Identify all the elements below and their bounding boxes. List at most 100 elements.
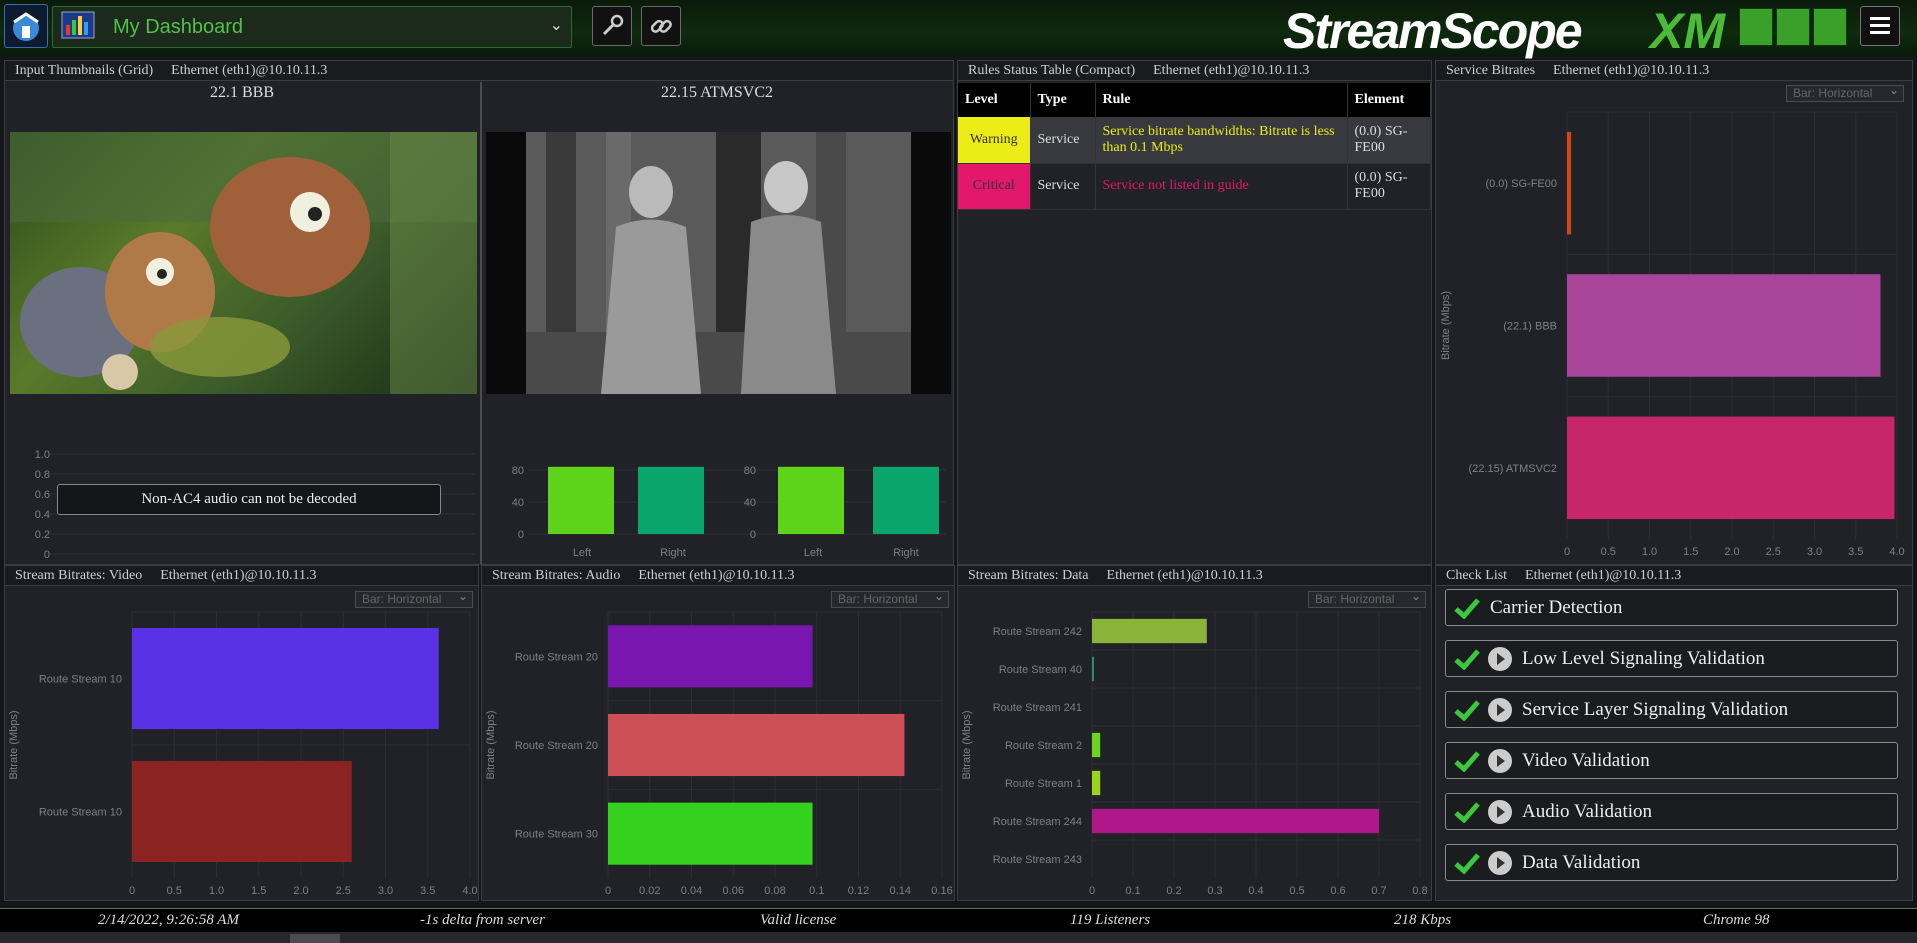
panel-title: Stream Bitrates: Video [15, 568, 143, 583]
xtick-label: 0.2 [1166, 885, 1181, 897]
table-row[interactable]: Critical Service Service not listed in g… [958, 163, 1431, 210]
xtick-label: 0.12 [848, 885, 869, 897]
column-header-rule[interactable]: Rule [1095, 83, 1348, 117]
xtick-label: 1.5 [251, 885, 266, 897]
play-icon[interactable] [1488, 748, 1512, 773]
type-cell: Service [1030, 163, 1096, 210]
settings-button[interactable] [592, 6, 632, 46]
panel-title: Check List [1446, 568, 1508, 583]
bar[interactable] [1567, 131, 1572, 235]
xtick-label: 1.0 [209, 885, 224, 897]
panel-source: Ethernet (eth1)@10.10.11.3 [1153, 63, 1310, 78]
category-label: Route Stream 241 [993, 702, 1082, 714]
level-bar [778, 466, 844, 534]
menu-button[interactable] [1860, 6, 1900, 46]
panel-header: Input Thumbnails (Grid) Ethernet (eth1)@1… [5, 61, 953, 81]
play-icon[interactable] [1488, 799, 1512, 824]
xtick-label: 0.7 [1371, 885, 1386, 897]
status-license: Valid license [760, 912, 837, 928]
bar[interactable] [1092, 656, 1094, 682]
xtick-label: 0.8 [1412, 885, 1427, 897]
bar[interactable] [1567, 416, 1895, 520]
ytick-label: 0.8 [35, 469, 50, 481]
xtick-label: 0.14 [890, 885, 911, 897]
wrench-icon [602, 14, 624, 36]
data-bitrate-chart: 0 0.1 0.2 0.3 0.4 0.5 0.6 0.7 0.8 Route Stream 24… [961, 611, 1428, 897]
rule-cell: Service not listed in guide [1095, 163, 1348, 210]
home-button[interactable] [4, 4, 48, 48]
xtick-label: 0 [1089, 885, 1095, 897]
panel-header: Stream Bitrates: Video Ethernet (eth1)@10… [5, 566, 478, 586]
bar[interactable] [608, 802, 813, 865]
signal-icon[interactable] [1739, 8, 1773, 46]
category-label: (22.1) BBB [1503, 321, 1557, 333]
xtick-label: 1.5 [1683, 546, 1698, 558]
category-label: (22.15) ATMSVC2 [1469, 463, 1557, 475]
checklist-item[interactable]: Carrier Detection [1445, 589, 1898, 626]
element-cell: (0.0) SG-FE00 [1347, 117, 1431, 164]
checklist-label: Data Validation [1522, 851, 1641, 873]
app-logo-suffix: XM [1650, 3, 1725, 59]
panel-source: Ethernet (eth1)@10.10.11.3 [171, 63, 328, 78]
type-cell: Service [1030, 117, 1096, 164]
thumbnail-title: 22.15 ATMSVC2 [660, 84, 774, 101]
checklist-item[interactable]: Video Validation [1445, 742, 1898, 779]
bar[interactable] [1092, 770, 1101, 796]
xtick-label: 0.1 [1125, 885, 1140, 897]
play-icon[interactable] [1488, 850, 1512, 875]
checklist-item[interactable]: Data Validation [1445, 844, 1898, 881]
bar[interactable] [1092, 808, 1379, 834]
xtick-label: 0.02 [639, 885, 660, 897]
link-button[interactable] [641, 6, 681, 46]
home-icon [13, 12, 39, 41]
xtick-label: 0 [129, 885, 135, 897]
checklist-label: Video Validation [1522, 749, 1650, 771]
column-header-type[interactable]: Type [1030, 83, 1096, 117]
bar[interactable] [132, 627, 439, 730]
bottom-scrollbar[interactable] [0, 932, 1917, 943]
checklist-item[interactable]: Audio Validation [1445, 793, 1898, 830]
thumbnail-image-bbb[interactable] [10, 132, 477, 394]
dashboard-select[interactable]: My Dashboard ⌄ [52, 6, 572, 48]
bar[interactable] [608, 713, 905, 777]
category-label: Route Stream 10 [39, 674, 122, 686]
bar[interactable] [132, 760, 352, 863]
table-header-row: Level Type Rule Element [958, 83, 1431, 117]
camera-icon[interactable] [1776, 8, 1810, 46]
ytick-label: 80 [512, 465, 524, 477]
checklist-label: Low Level Signaling Validation [1522, 647, 1765, 669]
scroll-thumb[interactable] [290, 934, 340, 943]
play-icon[interactable] [1488, 646, 1512, 671]
checkmark-icon [1454, 852, 1480, 874]
audio-message: Non-AC4 audio can not be decoded [57, 484, 441, 515]
ytick-label: 0.2 [35, 529, 50, 541]
category-label: Route Stream 40 [999, 664, 1082, 676]
panel-header: Service Bitrates Ethernet (eth1)@10.10.11… [1436, 61, 1912, 81]
element-cell: (0.0) SG-FE00 [1347, 163, 1431, 210]
xtick-label: 3.5 [420, 885, 435, 897]
checklist-item[interactable]: Low Level Signaling Validation [1445, 640, 1898, 677]
panel-header: Stream Bitrates: Data Ethernet (eth1)@10.… [958, 566, 1431, 586]
thumbnail-image-atmsvc2[interactable] [486, 132, 951, 394]
channel-label: Left [804, 547, 822, 559]
category-label: Route Stream 10 [39, 807, 122, 819]
bar[interactable] [1092, 618, 1207, 644]
panel-source: Ethernet (eth1)@10.10.11.3 [1525, 568, 1682, 583]
link-icon [650, 19, 672, 33]
checklist-item[interactable]: Service Layer Signaling Validation [1445, 691, 1898, 728]
category-label: Route Stream 243 [993, 854, 1082, 866]
bar[interactable] [1567, 274, 1881, 377]
xtick-label: 2.0 [293, 885, 308, 897]
bar[interactable] [1092, 732, 1101, 758]
xtick-label: 4.0 [1889, 546, 1904, 558]
probe-icon[interactable] [1813, 8, 1847, 46]
xtick-label: 0.16 [931, 885, 952, 897]
bar[interactable] [608, 625, 813, 688]
panel-title: Stream Bitrates: Data [968, 568, 1089, 583]
column-header-element[interactable]: Element [1347, 83, 1431, 117]
table-row[interactable]: Warning Service Service bitrate bandwidt… [958, 117, 1431, 164]
play-icon[interactable] [1488, 697, 1512, 722]
column-header-level[interactable]: Level [958, 83, 1031, 117]
ytick-label: 1.0 [35, 449, 50, 461]
xtick-label: 3.0 [378, 885, 393, 897]
